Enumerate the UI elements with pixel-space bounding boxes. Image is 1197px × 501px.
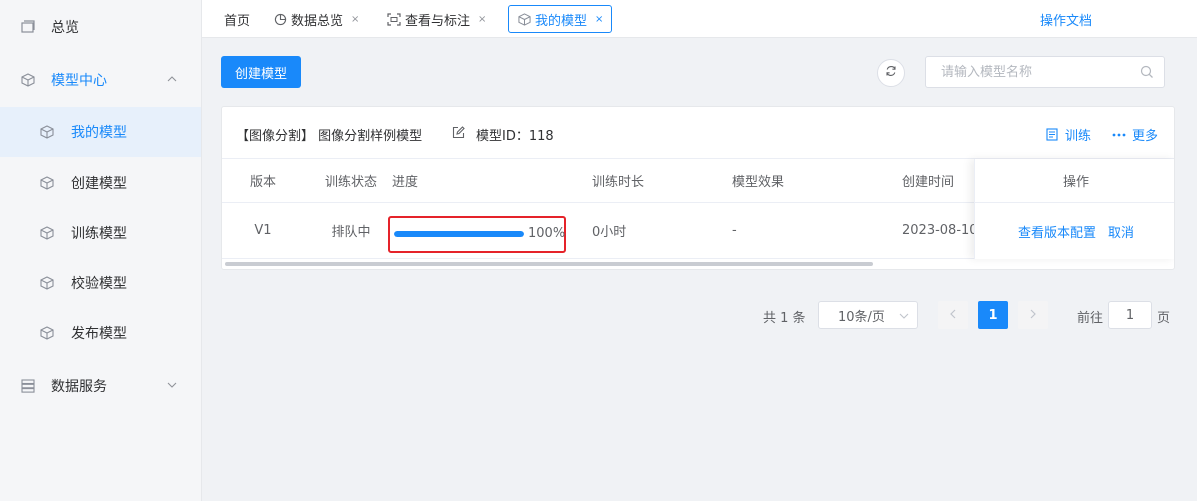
refresh-button[interactable] <box>877 59 905 87</box>
train-button[interactable]: 训练 <box>1045 125 1091 144</box>
scan-icon <box>387 12 401 26</box>
sidebar-item-label: 我的模型 <box>71 125 127 141</box>
cube-icon <box>39 175 55 191</box>
cell-duration: 0小时 <box>592 225 627 240</box>
chevron-right-icon <box>1029 308 1037 323</box>
pie-chart-icon <box>273 12 287 26</box>
page-size-value: 10条/页 <box>838 309 885 325</box>
header-status: 训练状态 <box>324 175 377 190</box>
header-progress: 进度 <box>392 175 419 190</box>
sidebar-item-label: 创建模型 <box>71 176 127 192</box>
sidebar-item-verify-model[interactable]: 校验模型 <box>0 258 201 308</box>
refresh-icon <box>885 65 897 81</box>
header-ops: 操作 <box>975 159 1174 203</box>
search-box <box>925 56 1165 88</box>
tab-label: 查看与标注 <box>405 13 471 29</box>
sidebar-item-train-model[interactable]: 训练模型 <box>0 208 201 258</box>
train-label: 训练 <box>1065 129 1092 144</box>
model-id: 模型ID：118 <box>476 129 554 144</box>
sidebar-item-label: 总览 <box>51 20 79 36</box>
more-label: 更多 <box>1132 129 1159 144</box>
main-content: 创建模型 【图像分割】 图像分割样例模型 模型ID：118 训练 <box>202 38 1197 501</box>
sidebar-item-label: 数据服务 <box>51 379 107 395</box>
tab-data-overview[interactable]: 数据总览 × <box>273 5 359 33</box>
page-suffix-label: 页 <box>1157 311 1171 326</box>
model-title: 【图像分割】 图像分割样例模型 <box>236 129 423 144</box>
tab-label: 我的模型 <box>535 13 588 29</box>
header-duration: 训练时长 <box>592 175 645 190</box>
sidebar-item-my-models[interactable]: 我的模型 <box>0 107 201 157</box>
cube-icon <box>39 325 55 341</box>
cube-icon <box>39 225 55 241</box>
page-size-select[interactable]: 10条/页 <box>818 301 918 329</box>
prev-page-button[interactable] <box>938 301 968 329</box>
server-icon <box>20 378 36 394</box>
create-model-button[interactable]: 创建模型 <box>221 56 301 88</box>
tab-view-annotate[interactable]: 查看与标注 × <box>387 5 486 33</box>
edit-icon[interactable] <box>452 126 465 139</box>
sidebar-item-label: 训练模型 <box>71 226 127 242</box>
chevron-left-icon <box>949 308 957 323</box>
view-config-link[interactable]: 查看版本配置 <box>1018 222 1096 241</box>
document-icon <box>1045 128 1059 142</box>
cube-icon <box>39 275 55 291</box>
tab-my-models[interactable]: 我的模型 × <box>508 5 613 33</box>
search-icon[interactable] <box>1140 65 1154 79</box>
ops-column: 操作 查看版本配置 取消 <box>974 159 1174 259</box>
cube-icon <box>39 124 55 140</box>
progress-highlight-box: 100% <box>388 216 566 253</box>
cancel-link[interactable]: 取消 <box>1108 222 1134 241</box>
model-card: 【图像分割】 图像分割样例模型 模型ID：118 训练 更多 版本 训练状态 进… <box>221 106 1175 270</box>
search-input[interactable] <box>926 57 1136 87</box>
ops-cell: 查看版本配置 取消 <box>975 203 1174 259</box>
chevron-up-icon <box>165 72 179 86</box>
cell-effect: - <box>732 223 737 238</box>
model-card-header: 【图像分割】 图像分割样例模型 模型ID：118 训练 更多 <box>222 107 1174 159</box>
progress-bar <box>394 231 524 237</box>
pagination-total: 共 1 条 <box>763 311 806 326</box>
vertical-scrollbar[interactable] <box>1193 38 1197 501</box>
more-button[interactable]: 更多 <box>1112 125 1158 144</box>
tab-label: 首页 <box>224 13 251 29</box>
goto-label: 前往 <box>1077 311 1104 326</box>
cube-icon <box>20 72 36 88</box>
sidebar-item-publish-model[interactable]: 发布模型 <box>0 308 201 358</box>
tab-bar: 首页 数据总览 × 查看与标注 × 我的模型 × 操作文档 <box>202 0 1197 38</box>
close-icon[interactable]: × <box>478 14 486 25</box>
header-version: 版本 <box>249 175 276 190</box>
goto-page-input[interactable] <box>1108 301 1152 329</box>
progress-bar-fill <box>394 231 524 237</box>
chevron-down-icon <box>165 378 179 392</box>
horizontal-scrollbar[interactable] <box>225 262 873 266</box>
sidebar: 总览 模型中心 我的模型 创建模型 训练模型 校验模型 发布模型 数据服务 <box>0 0 202 501</box>
sidebar-item-label: 发布模型 <box>71 326 127 342</box>
sidebar-item-label: 模型中心 <box>51 73 107 89</box>
tab-home[interactable]: 首页 <box>224 5 250 33</box>
header-effect: 模型效果 <box>732 175 785 190</box>
sidebar-item-overview[interactable]: 总览 <box>0 2 201 52</box>
page-number-current[interactable]: 1 <box>978 301 1008 329</box>
cell-version: V1 <box>254 223 272 238</box>
cube-icon <box>517 12 531 26</box>
sidebar-item-label: 校验模型 <box>71 276 127 292</box>
chevron-down-icon <box>899 310 909 320</box>
cell-status: 排队中 <box>331 225 371 240</box>
close-icon[interactable]: × <box>351 14 359 25</box>
sidebar-item-data-service[interactable]: 数据服务 <box>0 361 201 411</box>
close-icon[interactable]: × <box>595 14 603 25</box>
tab-label: 数据总览 <box>291 13 344 29</box>
more-dots-icon <box>1112 128 1126 142</box>
next-page-button[interactable] <box>1018 301 1048 329</box>
docs-link[interactable]: 操作文档 <box>1040 10 1092 29</box>
progress-text: 100% <box>528 226 566 241</box>
sidebar-item-create-model[interactable]: 创建模型 <box>0 158 201 208</box>
overview-icon <box>20 19 36 35</box>
sidebar-item-model-center[interactable]: 模型中心 <box>0 55 201 105</box>
